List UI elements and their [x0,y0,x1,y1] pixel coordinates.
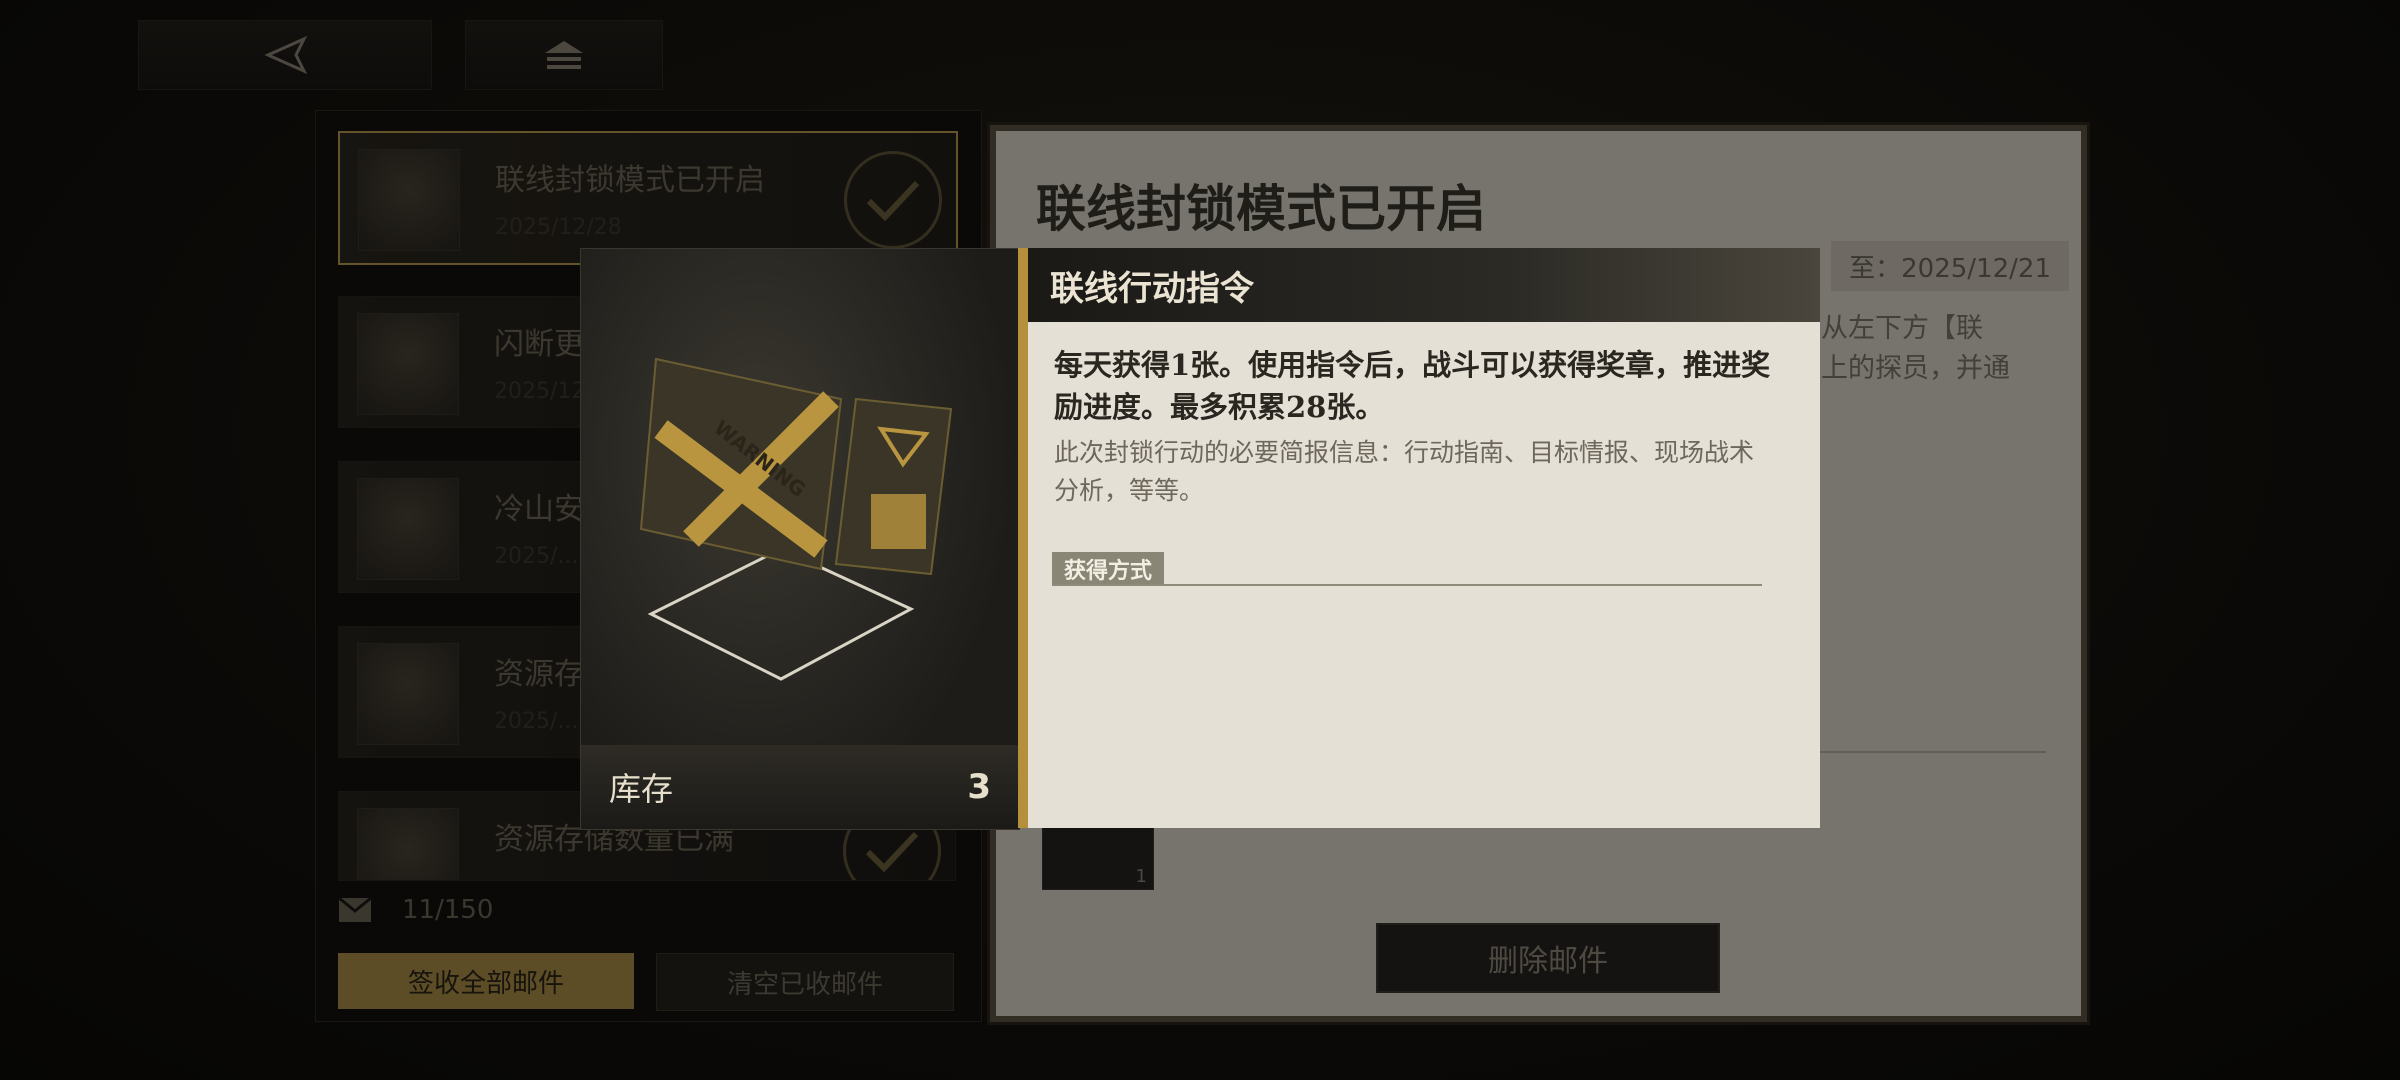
item-art-panel: WARNING 库存 3 [580,248,1020,830]
stock-label: 库存 [609,770,674,808]
stock-value: 3 [967,767,991,807]
item-flavor-text: 此次封锁行动的必要简报信息：行动指南、目标情报、现场战术分析，等等。 [1054,438,1755,505]
item-info-panel: 联线行动指令 每天获得1张。使用指令后，战斗可以获得奖章，推进奖励进度。最多积累… [1028,248,1820,828]
divider [1052,584,1762,586]
accent-stripe [1018,248,1028,828]
obtain-method-tag: 获得方式 [1052,552,1165,586]
item-detail-popup: WARNING 库存 3 联线行动指令 每天获得1张。使用指令后，战斗可以获得奖… [580,248,1820,830]
popup-header: 联线行动指令 [1028,248,1820,322]
stock-bar: 库存 3 [581,745,1019,829]
item-name: 联线行动指令 [1050,268,1254,309]
warning-ticket-icon: WARNING [639,357,953,681]
item-description: 每天获得1张。使用指令后，战斗可以获得奖章，推进奖励进度。最多积累28张。 [1054,348,1771,424]
